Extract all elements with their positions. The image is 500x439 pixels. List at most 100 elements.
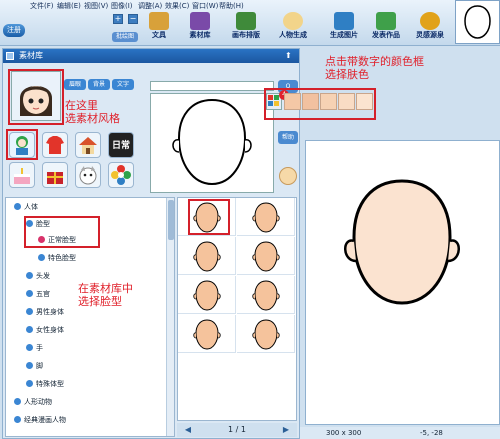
tree-item-special-face[interactable]: 特色脸型 (38, 253, 76, 263)
tree-item-male-body[interactable]: 男性身体 (26, 307, 64, 317)
scrollbar-thumb[interactable] (168, 200, 174, 240)
library-header-icon (6, 52, 14, 60)
tab-eyebrows[interactable]: 眉眼 (64, 79, 86, 90)
face-shape-icon (193, 280, 221, 311)
animal-category-icon (79, 166, 97, 185)
help-button[interactable]: 帮助 (278, 131, 298, 144)
face-preview-icon (172, 98, 252, 186)
category-clothes[interactable] (42, 132, 68, 158)
tree-scrollbar[interactable] (166, 198, 174, 436)
face-shape-icon (252, 241, 280, 272)
face-drawing (344, 179, 460, 305)
search-input[interactable] (150, 81, 274, 91)
library-icon (190, 12, 210, 30)
gift-category-icon (47, 172, 63, 184)
toolbar-generate-image[interactable]: 生成图片 (325, 12, 363, 44)
canvas-thumbnail[interactable] (455, 0, 500, 44)
material-preview (150, 93, 274, 193)
menu-view[interactable]: 视图(V) (84, 1, 111, 12)
panel-header: 素材库 ⬆ (3, 49, 299, 63)
cake-category-icon (14, 168, 30, 184)
tree-bullet-icon (14, 416, 21, 423)
tree-bullet-icon (26, 362, 33, 369)
category-flower[interactable] (108, 162, 134, 188)
face-shape-icon (252, 280, 280, 311)
face-thumbnail[interactable] (237, 276, 295, 314)
prev-page-icon[interactable]: ◀ (183, 423, 193, 437)
category-highlight-box (6, 129, 38, 160)
face-thumbnail-icon (464, 5, 491, 39)
toolbar-publish[interactable]: 发表作品 (366, 12, 406, 44)
lightbulb-icon (420, 12, 440, 30)
eye-icon (283, 12, 303, 30)
selected-face-highlight-box (188, 199, 230, 235)
menu-file[interactable]: 文件(F) (30, 1, 57, 12)
category-animal[interactable] (75, 162, 101, 188)
canvas-size-text: 300 x 300 (326, 429, 362, 437)
tree-item-human-animal[interactable]: 人形动物 (14, 397, 52, 407)
stationery-icon (149, 12, 169, 30)
tree-item-hair[interactable]: 头发 (26, 271, 50, 281)
smiley-icon[interactable] (279, 167, 297, 185)
face-grid (177, 197, 297, 421)
menu-edit[interactable]: 编辑(E) (57, 1, 84, 12)
tree-item-classic-comic[interactable]: 经典漫画人物 (14, 415, 66, 425)
tree-item-female-body[interactable]: 女性身体 (26, 325, 64, 335)
note-face: 在素材库中 选择脸型 (78, 282, 133, 308)
tree-bullet-icon (26, 344, 33, 351)
flower-category-icon (111, 165, 131, 185)
note-color: 点击带数字的颜色框 选择肤色 (325, 55, 424, 81)
cursor-coords-text: -5, -28 (420, 429, 443, 437)
face-thumbnail[interactable] (237, 237, 295, 275)
tree-bullet-icon (14, 398, 21, 405)
face-thumbnail[interactable] (178, 276, 236, 314)
tree-bullet-icon (26, 308, 33, 315)
toolbar-library[interactable]: 素材库 (183, 12, 217, 44)
zoom-in-button[interactable]: + (113, 14, 123, 24)
face-thumbnail[interactable] (237, 315, 295, 353)
note-style: 在这里 选素材风格 (65, 99, 120, 125)
face-shape-icon (252, 319, 280, 350)
category-cake[interactable] (9, 162, 35, 188)
tree-item-foot[interactable]: 脚 (26, 361, 43, 371)
menu-bar: 文件(F) 编辑(E) 视图(V) 图像(I) 调整(A) 效果(C) 窗口(W… (30, 1, 246, 12)
menu-window[interactable]: 窗口(W) (192, 1, 219, 12)
next-page-icon[interactable]: ▶ (281, 423, 291, 437)
toolbar-inspiration[interactable]: 灵感源泉 (410, 12, 450, 44)
pagination: ◀ 1 / 1 ▶ (177, 423, 297, 437)
publish-icon (376, 12, 396, 30)
batch-draw-button[interactable]: 批绘图 (112, 32, 138, 42)
toolbar-character-generate[interactable]: 人物生成 (273, 12, 313, 44)
app-register-button[interactable]: 注册 (3, 24, 25, 37)
material-tree: 人体 脸型 正常脸型 特色脸型 头发 五官 男性身体 女性身体 手 脚 特殊体型… (5, 197, 175, 437)
toolbar-stationery[interactable]: 文具 (146, 12, 172, 44)
menu-help[interactable]: 帮助(H) (219, 1, 246, 12)
tree-item-hand[interactable]: 手 (26, 343, 43, 353)
tab-text[interactable]: 文字 (112, 79, 134, 90)
menu-effect[interactable]: 效果(C) (165, 1, 192, 12)
face-thumbnail[interactable] (237, 198, 295, 236)
category-house[interactable] (75, 132, 101, 158)
swatch-highlight-box (264, 88, 376, 120)
drawing-canvas[interactable] (305, 140, 500, 425)
toolbar-canvas-layout[interactable]: 画布排版 (226, 12, 266, 44)
material-library-panel: 素材库 ⬆ 眉眼 背景 文字 在这里 选素材风格 日常 Q 帮助 人体 脸型 正… (2, 48, 300, 439)
face-thumbnail[interactable] (178, 315, 236, 353)
menu-image[interactable]: 图像(I) (111, 1, 138, 12)
style-highlight-box (8, 69, 64, 125)
zoom-out-button[interactable]: − (128, 14, 138, 24)
tree-item-special-body[interactable]: 特殊体型 (26, 379, 64, 389)
category-daily[interactable]: 日常 (108, 132, 134, 158)
house-category-icon (79, 137, 97, 154)
tree-item-human-body[interactable]: 人体 (14, 202, 38, 212)
face-shape-icon (252, 202, 280, 233)
tree-item-features[interactable]: 五官 (26, 289, 50, 299)
tree-bullet-icon (26, 290, 33, 297)
top-toolbar: 注册 文件(F) 编辑(E) 视图(V) 图像(I) 调整(A) 效果(C) 窗… (0, 0, 500, 46)
category-gift[interactable] (42, 162, 68, 188)
face-thumbnail[interactable] (178, 237, 236, 275)
face-shape-icon (193, 241, 221, 272)
pin-icon[interactable]: ⬆ (285, 51, 295, 61)
tab-background[interactable]: 背景 (88, 79, 110, 90)
menu-adjust[interactable]: 调整(A) (138, 1, 165, 12)
